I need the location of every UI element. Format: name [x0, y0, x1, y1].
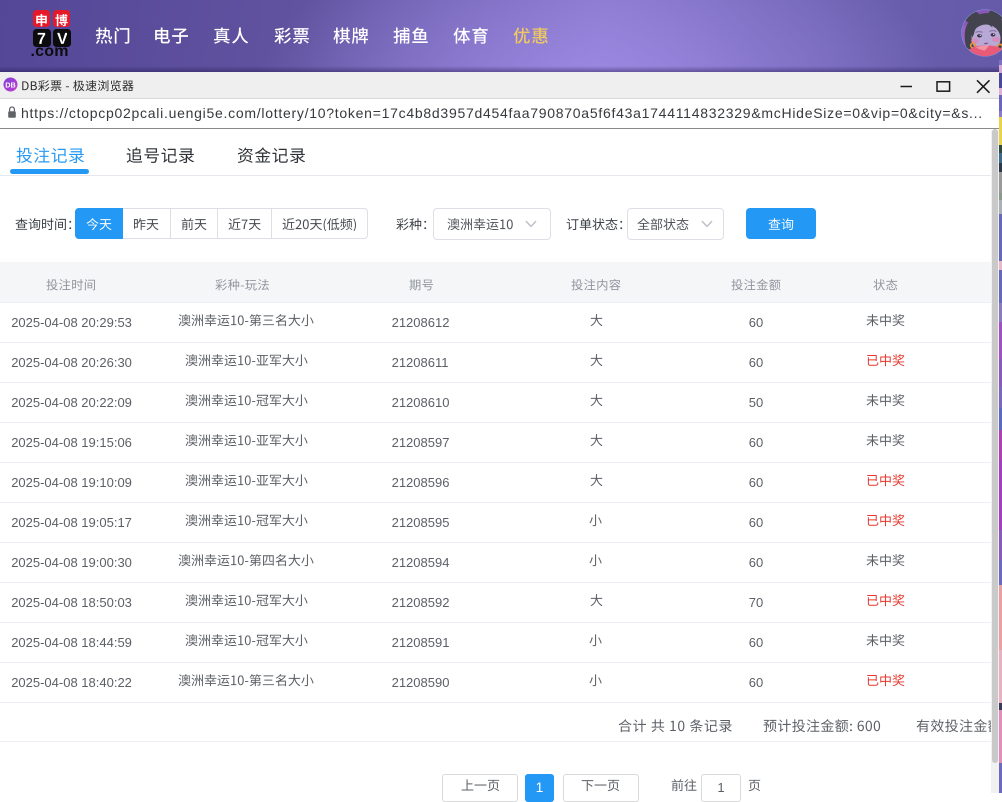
svg-text:DB: DB	[5, 80, 15, 89]
